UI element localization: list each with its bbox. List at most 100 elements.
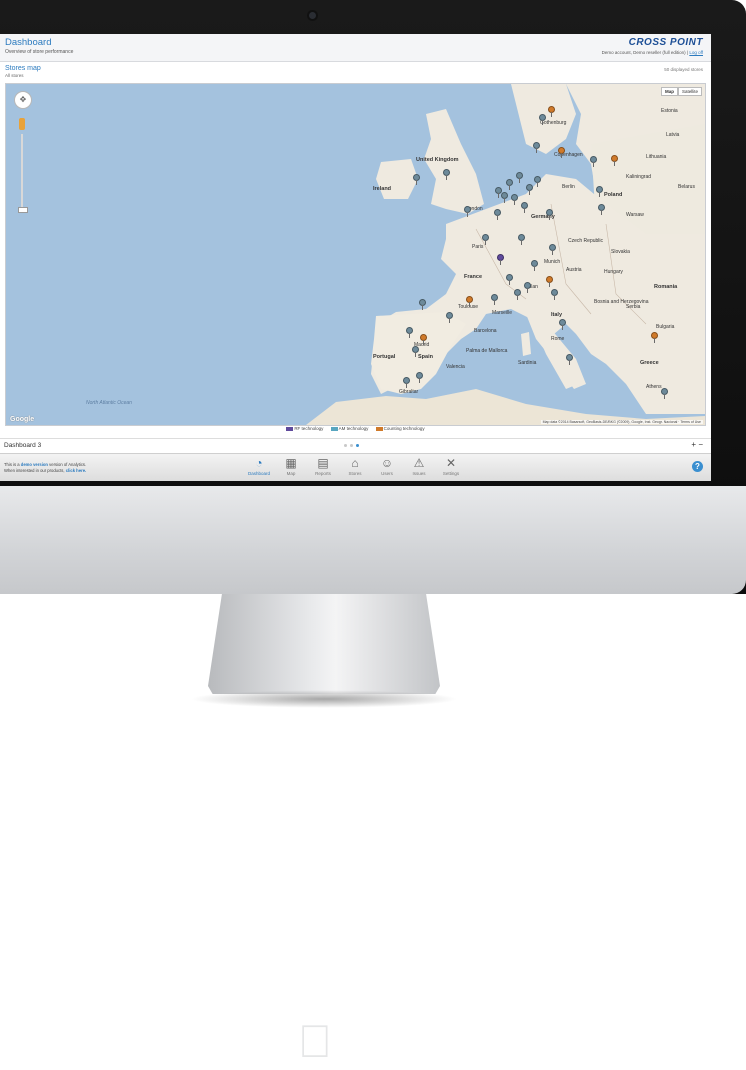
store-pin[interactable] xyxy=(494,209,501,220)
dashboard-controls: + − xyxy=(691,440,703,449)
store-pin[interactable] xyxy=(558,147,565,158)
store-pin[interactable] xyxy=(413,174,420,185)
nav-reports[interactable]: ▤ Reports xyxy=(307,455,339,481)
label-rome: Rome xyxy=(551,336,565,342)
street-view-pegman-icon[interactable] xyxy=(19,118,25,130)
store-pin[interactable] xyxy=(412,346,419,357)
users-icon: ☺ xyxy=(380,456,394,470)
label-poland: Poland xyxy=(604,192,623,198)
google-logo: Google xyxy=(10,416,35,423)
nav-label: Map xyxy=(286,471,296,476)
store-pin[interactable] xyxy=(482,234,489,245)
nav-issues[interactable]: ⚠ Issues xyxy=(403,455,435,481)
store-pin[interactable] xyxy=(546,209,553,220)
nav-users[interactable]: ☺ Users xyxy=(371,455,403,481)
account-info: Demo account, Demo reseller (full editio… xyxy=(602,50,703,55)
store-pin[interactable] xyxy=(539,114,546,125)
store-pin[interactable] xyxy=(518,234,525,245)
store-pin[interactable] xyxy=(516,172,523,183)
store-pin[interactable] xyxy=(546,276,553,287)
pager-dot-active[interactable] xyxy=(356,444,359,447)
stores-map[interactable]: ✥ Map Satellite United Kingdom Ireland F… xyxy=(5,83,706,426)
store-pin[interactable] xyxy=(651,332,658,343)
store-pin[interactable] xyxy=(549,244,556,255)
pan-control-icon[interactable]: ✥ xyxy=(14,91,32,109)
brand-logo: CROSS POINT xyxy=(628,37,703,48)
app-header: Dashboard Overview of store performance … xyxy=(0,34,711,62)
label-toulouse: Toulouse xyxy=(458,304,479,310)
nav-label: Settings xyxy=(442,471,460,476)
store-pin[interactable] xyxy=(403,377,410,388)
store-pin[interactable] xyxy=(419,299,426,310)
store-icon: ⌂ xyxy=(351,456,359,470)
help-button[interactable]: ? xyxy=(692,461,703,472)
store-pin[interactable] xyxy=(661,388,668,399)
store-pin-rf[interactable] xyxy=(497,254,504,265)
pager-dot[interactable] xyxy=(350,444,353,447)
store-pin[interactable] xyxy=(566,354,573,365)
label-spain: Spain xyxy=(418,354,433,360)
store-pin[interactable] xyxy=(551,289,558,300)
store-pin[interactable] xyxy=(534,176,541,187)
map-attribution[interactable]: Map data ©2014 Basarsoft, GeoBasis-DE/BK… xyxy=(540,420,703,424)
store-pin[interactable] xyxy=(596,186,603,197)
store-pin[interactable] xyxy=(464,206,471,217)
nav-map[interactable]: ▦ Map xyxy=(275,455,307,481)
store-pin[interactable] xyxy=(533,142,540,153)
label-bosnia: Bosnia and Herzegovina xyxy=(594,299,649,305)
stores-map-header: Stores map All stores 50 displayed store… xyxy=(0,62,711,82)
nav-settings[interactable]: ✕ Settings xyxy=(435,455,467,481)
store-pin[interactable] xyxy=(611,155,618,166)
add-dashboard-button[interactable]: + xyxy=(691,440,696,449)
nav-label: Stores xyxy=(348,471,362,476)
legend-label-rf: RF technology xyxy=(294,426,324,431)
store-pin[interactable] xyxy=(524,282,531,293)
map-type-satellite[interactable]: Satellite xyxy=(677,87,702,96)
logout-link[interactable]: Log off xyxy=(689,50,703,55)
store-pin[interactable] xyxy=(416,372,423,383)
store-pin[interactable] xyxy=(446,312,453,323)
zoom-slider-handle[interactable] xyxy=(18,207,28,213)
store-pin[interactable] xyxy=(531,260,538,271)
map-icon: ▦ xyxy=(285,456,297,470)
nav-label: Issues xyxy=(412,471,426,476)
page-title: Dashboard xyxy=(5,37,52,48)
store-pin[interactable] xyxy=(506,179,513,190)
page-subtitle: Overview of store performance xyxy=(5,49,74,55)
label-gibraltar: Gibraltar xyxy=(399,389,419,395)
store-pin[interactable] xyxy=(491,294,498,305)
demo-version-link[interactable]: demo version xyxy=(21,462,48,467)
label-lithuania: Lithuania xyxy=(646,154,667,160)
store-pin[interactable] xyxy=(521,202,528,213)
map-type-map[interactable]: Map xyxy=(660,87,678,96)
store-pin[interactable] xyxy=(420,334,427,345)
store-pin[interactable] xyxy=(443,169,450,180)
store-pin[interactable] xyxy=(598,204,605,215)
store-pin[interactable] xyxy=(590,156,597,167)
label-greece: Greece xyxy=(640,360,659,366)
label-czech: Czech Republic xyxy=(568,238,604,244)
store-pin[interactable] xyxy=(466,296,473,307)
store-pin[interactable] xyxy=(501,192,508,203)
store-pin[interactable] xyxy=(514,289,521,300)
main-nav: ◔ Dashboard ▦ Map ▤ Reports ⌂ Stores ☺ U… xyxy=(243,455,467,481)
store-pin[interactable] xyxy=(559,319,566,330)
label-athens: Athens xyxy=(646,384,662,390)
label-portugal: Portugal xyxy=(373,354,396,360)
zoom-slider[interactable] xyxy=(21,134,23,212)
store-pin[interactable] xyxy=(406,327,413,338)
nav-stores[interactable]: ⌂ Stores xyxy=(339,455,371,481)
pager-dot[interactable] xyxy=(344,444,347,447)
store-pin[interactable] xyxy=(548,106,555,117)
label-munich: Munich xyxy=(544,259,561,265)
label-paris: Paris xyxy=(472,244,484,250)
apple-logo-icon:  xyxy=(291,1012,339,1070)
bottom-nav-bar: This is a demo version version of Analyt… xyxy=(0,453,711,481)
store-pin[interactable] xyxy=(506,274,513,285)
nav-dashboard[interactable]: ◔ Dashboard xyxy=(243,455,275,481)
store-pin[interactable] xyxy=(526,184,533,195)
click-here-link[interactable]: click here. xyxy=(66,468,87,473)
remove-dashboard-button[interactable]: − xyxy=(698,440,703,449)
store-pin[interactable] xyxy=(511,194,518,205)
demo-note-text: This is a xyxy=(4,462,20,467)
